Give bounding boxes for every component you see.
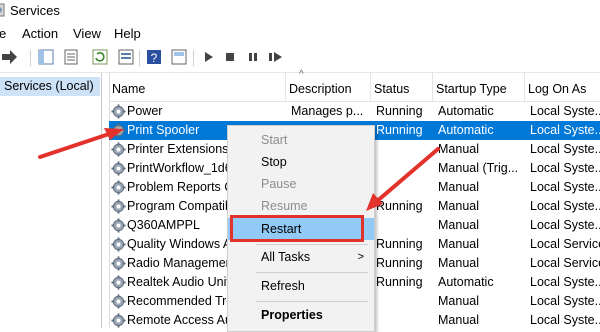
annotation-highlight-box	[230, 215, 364, 242]
cell-status	[376, 159, 436, 178]
context-menu-all-tasks[interactable]: All Tasks >	[228, 246, 374, 268]
stop-service-icon[interactable]	[222, 49, 238, 65]
show-hide-console-tree-icon[interactable]	[38, 49, 54, 65]
cell-startup: Manual	[438, 237, 479, 251]
cell-startup: Manual	[438, 180, 479, 194]
start-service-icon[interactable]	[200, 49, 216, 65]
table-row[interactable]: Power Manages p... Running Automatic Local S…	[109, 102, 600, 121]
cell-logon: Local Syste...	[530, 218, 600, 232]
cell-startup: Manual (Trig...	[438, 161, 519, 175]
column-header-log-on-as[interactable]: Log On As	[525, 73, 600, 101]
mmc-view-icon[interactable]	[171, 49, 187, 65]
restart-service-icon[interactable]	[267, 49, 283, 65]
context-menu-separator	[256, 301, 368, 302]
service-gear-icon	[111, 237, 126, 252]
service-gear-icon	[111, 256, 126, 271]
cell-logon: Local Service	[530, 256, 600, 270]
cell-status: Running	[376, 256, 423, 270]
service-gear-icon	[111, 294, 126, 309]
toolbar-separator	[30, 50, 31, 66]
cell-status: Running	[376, 123, 423, 137]
refresh-icon[interactable]	[92, 49, 108, 65]
cell-startup: Automatic	[438, 104, 494, 118]
column-header-startup-type[interactable]: Startup Type	[433, 73, 525, 101]
menu-bar: e Action View Help	[0, 24, 600, 44]
cell-logon: Local Syste...	[530, 199, 600, 213]
service-gear-icon	[111, 123, 126, 138]
cell-startup: Manual	[438, 256, 479, 270]
service-gear-icon	[111, 218, 126, 233]
cell-status: Running	[376, 199, 423, 213]
cell-status	[376, 140, 436, 159]
services-app-icon	[0, 3, 5, 17]
menu-help[interactable]: Help	[114, 26, 141, 41]
cell-status	[376, 311, 436, 330]
context-menu-resume[interactable]: Resume	[228, 195, 374, 217]
svg-text:?: ?	[151, 51, 158, 65]
service-gear-icon	[111, 313, 126, 328]
cell-startup: Automatic	[438, 123, 494, 137]
toolbar-separator	[193, 50, 194, 66]
cell-status	[376, 216, 436, 235]
menu-file[interactable]: e	[0, 26, 6, 41]
cell-startup: Manual	[438, 142, 479, 156]
cell-startup: Automatic	[438, 275, 494, 289]
menu-action[interactable]: Action	[22, 26, 58, 41]
export-list-icon[interactable]	[118, 49, 134, 65]
cell-logon: Local Syste...	[530, 313, 600, 327]
cell-status: Running	[376, 237, 423, 251]
cell-startup: Manual	[438, 199, 479, 213]
column-header-status[interactable]: Status	[371, 73, 433, 101]
cell-status	[376, 178, 436, 197]
service-gear-icon	[111, 275, 126, 290]
context-menu-refresh[interactable]: Refresh	[228, 275, 374, 297]
context-menu-separator	[256, 272, 368, 273]
column-header-name[interactable]: Name	[109, 73, 286, 101]
context-menu-properties[interactable]: Properties	[228, 304, 374, 326]
service-gear-icon	[111, 180, 126, 195]
context-menu-separator	[256, 244, 368, 245]
cell-logon: Local Syste...	[530, 161, 600, 175]
cell-startup: Manual	[438, 294, 479, 308]
window-title: Services	[10, 3, 60, 18]
service-gear-icon	[111, 104, 126, 119]
forward-icon[interactable]	[2, 49, 18, 65]
cell-logon: Local Service	[530, 237, 600, 251]
cell-status	[376, 292, 436, 311]
cell-startup: Manual	[438, 313, 479, 327]
toolbar-separator	[139, 50, 140, 66]
service-gear-icon	[111, 142, 126, 157]
cell-startup: Manual	[438, 218, 479, 232]
cell-status: Running	[376, 104, 423, 118]
context-menu-pause[interactable]: Pause	[228, 173, 374, 195]
title-bar: Services	[0, 0, 600, 22]
menu-view[interactable]: View	[73, 26, 101, 41]
cell-logon: Local Syste...	[530, 142, 600, 156]
cell-logon: Local Syste...	[530, 104, 600, 118]
console-tree: Services (Local)	[0, 73, 102, 328]
context-menu-start[interactable]: Start	[228, 129, 374, 151]
help-icon[interactable]: ?	[146, 49, 162, 65]
service-gear-icon	[111, 199, 126, 214]
cell-name: Power	[127, 104, 163, 118]
cell-logon: Local Syste...	[530, 180, 600, 194]
submenu-arrow-icon: >	[357, 251, 364, 263]
properties-sheet-icon[interactable]	[63, 49, 79, 65]
context-menu-stop[interactable]: Stop	[228, 151, 374, 173]
cell-logon: Local Syste...	[530, 294, 600, 308]
context-menu-all-tasks-label: All Tasks	[261, 250, 311, 264]
cell-logon: Local Syste...	[530, 275, 600, 289]
service-gear-icon	[111, 161, 126, 176]
cell-description: Manages p...	[291, 104, 364, 118]
column-header-description[interactable]: Description	[286, 73, 371, 101]
pause-service-icon[interactable]	[245, 49, 261, 65]
cell-status: Running	[376, 275, 423, 289]
cell-logon: Local Syste...	[530, 123, 600, 137]
tree-item-services-local[interactable]: Services (Local)	[0, 77, 100, 96]
table-header: ^ Name Description Status Startup Type L…	[109, 69, 600, 102]
